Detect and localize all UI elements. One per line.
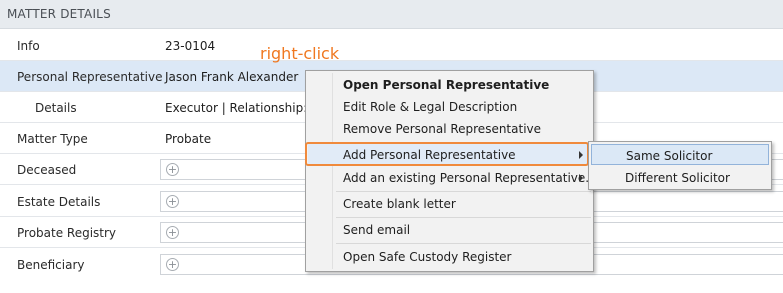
submenu-item-label: Same Solicitor [626, 149, 713, 163]
row-label: Matter Type [17, 132, 88, 146]
matter-details-header: MATTER DETAILS [0, 0, 783, 29]
highlight-callout [305, 142, 589, 166]
menu-separator [336, 243, 591, 244]
plus-circle-icon[interactable]: + [166, 258, 179, 271]
menu-separator [336, 217, 591, 218]
menu-item-remove-personal-representative[interactable]: Remove Personal Representative [308, 118, 591, 140]
submenu-item-different-solicitor[interactable]: Different Solicitor [591, 167, 769, 188]
row-label: Info [17, 39, 40, 53]
menu-item-edit-role[interactable]: Edit Role & Legal Description [308, 96, 591, 118]
row-label: Details [35, 101, 77, 115]
menu-separator [336, 191, 591, 192]
menu-item-create-blank-letter[interactable]: Create blank letter [308, 193, 591, 215]
row-label: Personal Representative [17, 70, 163, 84]
menu-item-label: Edit Role & Legal Description [343, 100, 518, 114]
menu-item-open-safe-custody-register[interactable]: Open Safe Custody Register [308, 246, 591, 268]
menu-item-send-email[interactable]: Send email [308, 219, 591, 241]
row-label: Beneficiary [17, 258, 85, 272]
menu-item-open-personal-representative[interactable]: Open Personal Representative [308, 74, 591, 96]
menu-item-label: Create blank letter [343, 197, 456, 211]
menu-item-label: Remove Personal Representative [343, 122, 542, 136]
context-menu: Open Personal Representative Edit Role &… [305, 70, 597, 272]
row-value: 23-0104 [165, 39, 216, 53]
right-click-annotation: right-click [260, 44, 340, 63]
row-label: Probate Registry [17, 226, 117, 240]
row-value: Executor | Relationship: M [165, 101, 322, 115]
menu-item-label: Add an existing Personal Representative.… [343, 171, 597, 185]
row-label: Deceased [17, 163, 77, 177]
submenu-item-label: Different Solicitor [625, 171, 730, 185]
row-value: Jason Frank Alexander [165, 70, 299, 84]
menu-item-label: Send email [343, 223, 411, 237]
row-info[interactable]: Info 23-0104 [0, 30, 783, 61]
menu-item-label: Open Personal Representative [343, 78, 550, 92]
row-value: Probate [165, 132, 212, 146]
chevron-right-icon [579, 174, 583, 182]
section-title: MATTER DETAILS [7, 7, 111, 21]
submenu-item-same-solicitor[interactable]: Same Solicitor [591, 144, 769, 165]
menu-item-add-existing-personal-representative[interactable]: Add an existing Personal Representative.… [308, 167, 597, 189]
row-label: Estate Details [17, 195, 101, 209]
add-personal-representative-submenu: Same Solicitor Different Solicitor [588, 141, 772, 190]
plus-circle-icon[interactable]: + [166, 163, 179, 176]
plus-circle-icon[interactable]: + [166, 226, 179, 239]
plus-circle-icon[interactable]: + [166, 195, 179, 208]
menu-item-label: Open Safe Custody Register [343, 250, 512, 264]
